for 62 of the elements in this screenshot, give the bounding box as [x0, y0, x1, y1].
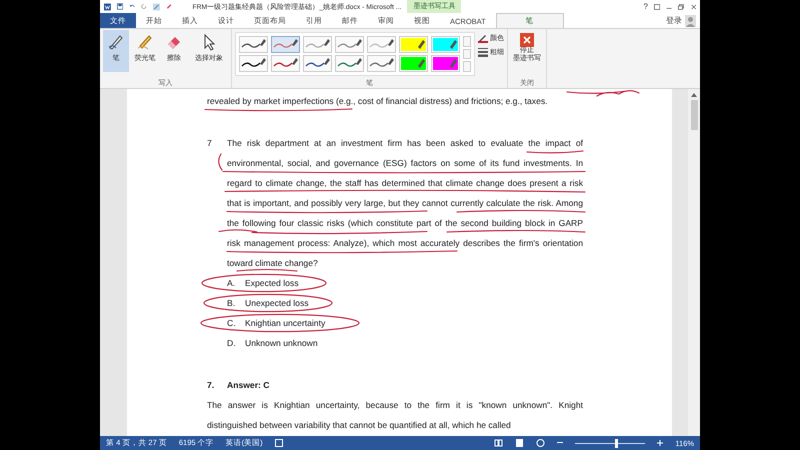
zoom-in-icon[interactable]	[657, 440, 664, 446]
pen-tip-icon	[418, 59, 425, 68]
pen-tip-icon	[292, 39, 298, 46]
option-letter: D.	[227, 337, 237, 350]
pen-swatch[interactable]	[239, 36, 268, 53]
option-letter: B.	[227, 297, 236, 310]
maximize-icon[interactable]	[678, 2, 684, 10]
pen-tip-icon	[292, 58, 298, 65]
pen-swatch[interactable]	[367, 55, 396, 72]
pen-icon[interactable]	[153, 2, 160, 12]
pen-swatch[interactable]	[303, 55, 332, 72]
close-icon[interactable]	[690, 2, 696, 10]
redo-icon[interactable]	[141, 2, 148, 11]
answer-heading: Answer: C	[227, 379, 270, 392]
zoom-slider-thumb[interactable]	[614, 438, 618, 448]
save-icon[interactable]	[116, 2, 124, 11]
print-layout-icon[interactable]	[515, 439, 524, 447]
pen-tip-icon	[260, 58, 266, 65]
pen-swatch[interactable]	[239, 55, 268, 72]
sign-in-link[interactable]: 登录	[666, 15, 682, 26]
pen-swatch[interactable]	[335, 36, 364, 53]
pen-tip-icon	[260, 39, 266, 46]
pen-tip-icon	[388, 39, 394, 46]
pen-icon	[107, 33, 125, 51]
pen-swatch[interactable]	[367, 36, 396, 53]
line-weight-icon	[478, 47, 488, 57]
web-layout-icon[interactable]	[536, 439, 546, 447]
option-letter: A.	[227, 277, 236, 290]
pen-swatch[interactable]	[303, 36, 332, 53]
scroll-up-icon[interactable]	[691, 93, 697, 97]
word-logo-icon[interactable]	[104, 2, 111, 12]
option-text: Unknown unknown	[245, 337, 318, 350]
pen-tip-icon	[356, 58, 362, 65]
pen-tip-icon	[450, 40, 457, 49]
help-button[interactable]: ?	[643, 2, 648, 11]
color-pen-icon	[478, 33, 488, 43]
question-number: 7	[207, 137, 213, 150]
restore-icon[interactable]	[654, 2, 660, 10]
pen-tip-icon	[356, 39, 362, 46]
avatar-icon	[685, 14, 696, 26]
highlighter-icon	[136, 33, 154, 51]
scrollbar-thumb[interactable]	[690, 100, 698, 130]
highlighter-icon[interactable]	[166, 2, 172, 11]
option-text: Knightian uncertainty	[245, 317, 326, 330]
pen-swatch[interactable]	[271, 55, 300, 72]
pen-tip-icon	[450, 59, 457, 68]
option-text: Expected loss	[245, 277, 299, 290]
close-icon	[520, 33, 534, 47]
answer-number: 7.	[207, 379, 216, 392]
pen-tip-icon	[324, 39, 330, 46]
pen-swatch[interactable]	[271, 36, 300, 53]
proofing-icon[interactable]	[274, 439, 283, 447]
question-text: The risk department at an investment firm has been asked to evaluate the impact of environmental, social, and governance (ESG) factors on some of its fund investments. In regard to climate change, the staff has determined that climate change does present a risk that is important, and possibly very large, but they cannot currently calculate the risk. Among the following four classic risks (which constitute part of the second building block in GARP risk management process: Analyze), which most accurately describes the firm's orientation toward climate change?	[227, 137, 583, 270]
pen-tip-icon	[418, 40, 425, 49]
pen-tip-icon	[324, 58, 330, 65]
option-text: Unexpected loss	[245, 297, 309, 310]
read-mode-icon[interactable]	[494, 439, 504, 447]
answer-text: The answer is Knightian uncertainty, because to the firm it is "known unknown". Knight distinguished between variability that cannot be quantified at all, which he called	[207, 399, 583, 432]
pen-tip-icon	[388, 58, 394, 65]
option-letter: C.	[227, 317, 237, 330]
pen-swatch[interactable]	[335, 55, 364, 72]
paragraph: revealed by market imperfections (e.g., cost of financial distress) and frictions; e.g., taxes.	[207, 95, 549, 108]
